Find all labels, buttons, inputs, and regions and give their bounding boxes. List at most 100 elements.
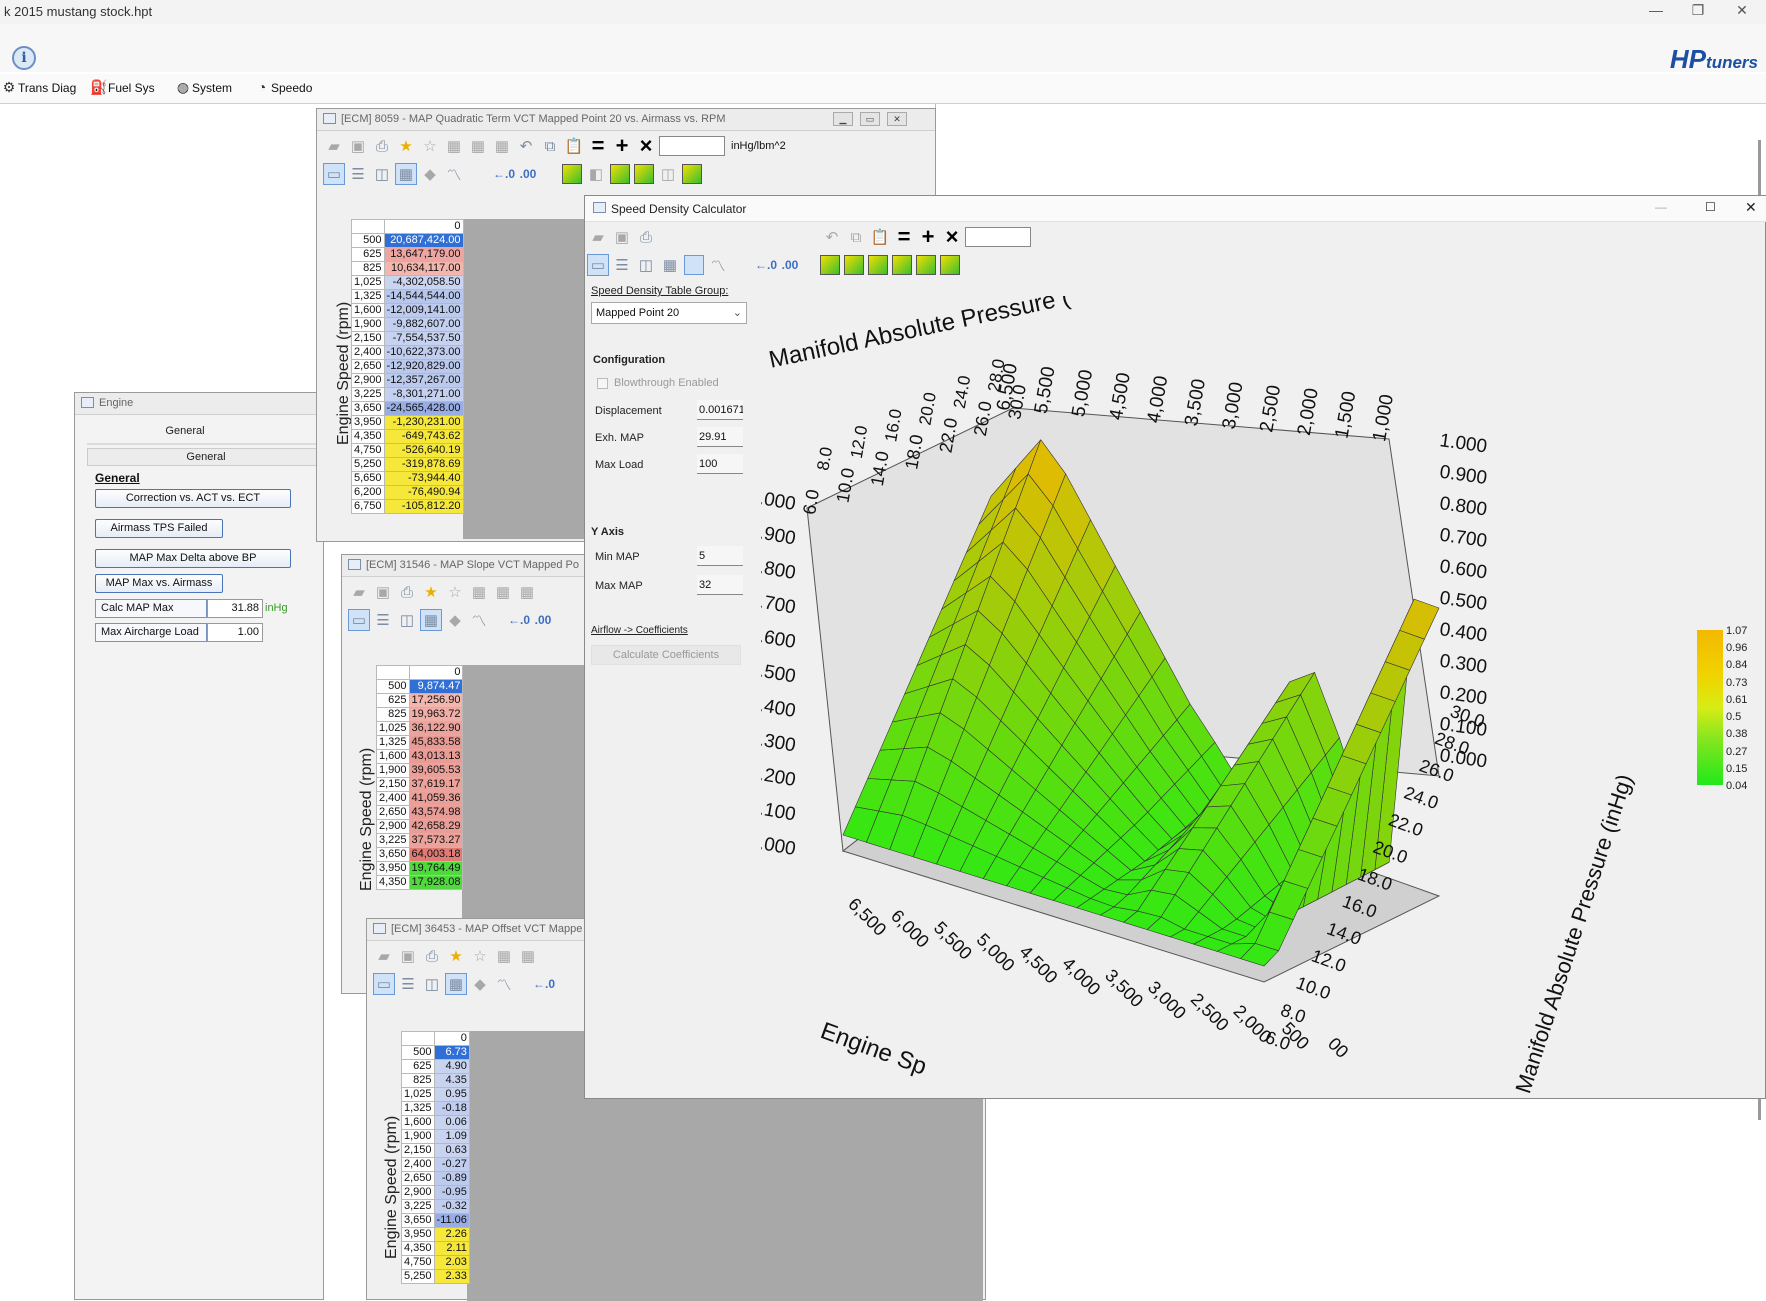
operation-value-input[interactable]: [965, 227, 1031, 247]
row-header[interactable]: 500: [401, 1045, 435, 1060]
row-header[interactable]: 1,600: [401, 1115, 435, 1130]
color-scheme-4-icon[interactable]: [634, 164, 654, 184]
table-cell[interactable]: 0.06: [433, 1115, 470, 1130]
color-scheme-1-icon[interactable]: [820, 255, 840, 275]
paste-icon[interactable]: 📋: [563, 135, 585, 157]
calculate-coefficients-button[interactable]: Calculate Coefficients: [591, 645, 741, 665]
row-header[interactable]: 2,400: [351, 345, 385, 360]
table-cell[interactable]: -8,301,271.00: [383, 387, 464, 402]
view-split-h-icon[interactable]: ☰: [611, 254, 633, 276]
row-header[interactable]: 2,650: [401, 1171, 435, 1186]
table-cell[interactable]: -4,302,058.50: [383, 275, 464, 290]
table-cell[interactable]: -526,640.19: [383, 443, 464, 458]
table-icon-3[interactable]: ▦: [491, 135, 513, 157]
view-split-v-icon[interactable]: ◫: [396, 609, 418, 631]
row-header[interactable]: 625: [401, 1059, 435, 1074]
paste-icon[interactable]: 📋: [869, 226, 891, 248]
print-icon[interactable]: ⎙: [396, 581, 418, 603]
color-scheme-4-icon[interactable]: [892, 255, 912, 275]
table-cell[interactable]: 6.73: [433, 1045, 470, 1060]
row-header[interactable]: 5,650: [351, 471, 385, 486]
graph-icon[interactable]: 〽: [493, 973, 515, 995]
restore-icon[interactable]: ▭: [860, 112, 880, 126]
row-header[interactable]: 2,650: [351, 359, 385, 374]
row-header[interactable]: 4,350: [351, 429, 385, 444]
table-cell[interactable]: -24,565,428.00: [383, 401, 464, 416]
table-cell[interactable]: 64,003.18: [408, 847, 464, 862]
plus-icon[interactable]: +: [611, 133, 633, 158]
open-icon[interactable]: ▰: [323, 135, 345, 157]
calc-title-bar[interactable]: Speed Density Calculator — ☐ ✕: [585, 196, 1766, 222]
row-header[interactable]: 2,900: [401, 1185, 435, 1200]
close-icon[interactable]: ✕: [1745, 199, 1757, 216]
surface-view-icon[interactable]: ◆: [469, 973, 491, 995]
table-cell[interactable]: 39,605.53: [408, 763, 464, 778]
table-cell[interactable]: -10,622,373.00: [383, 345, 464, 360]
table-cell[interactable]: 4.35: [433, 1073, 470, 1088]
copy-icon[interactable]: ⧉: [539, 135, 561, 157]
row-header[interactable]: 4,750: [401, 1255, 435, 1270]
table-cell[interactable]: 2.11: [433, 1241, 470, 1256]
table-cell[interactable]: -73,944.40: [383, 471, 464, 486]
decimal-increase-icon[interactable]: ←.0: [493, 163, 515, 185]
table-cell[interactable]: -7,554,537.50: [383, 331, 464, 346]
row-header[interactable]: 625: [376, 693, 410, 708]
row-header[interactable]: 2,900: [376, 819, 410, 834]
view-single-icon[interactable]: ▭: [373, 973, 395, 995]
row-header[interactable]: 4,750: [351, 443, 385, 458]
table-cell[interactable]: 42,658.29: [408, 819, 464, 834]
table-cell[interactable]: -0.32: [433, 1199, 470, 1214]
table-cell[interactable]: 2.26: [433, 1227, 470, 1242]
table-cell[interactable]: -14,544,544.00: [383, 289, 464, 304]
table-view-icon[interactable]: ▦: [659, 254, 681, 276]
decimal-decrease-icon[interactable]: .00: [779, 254, 801, 276]
color-scheme-3-icon[interactable]: [610, 164, 630, 184]
table-cell[interactable]: 13,647,179.00: [383, 247, 464, 262]
decimal-increase-icon[interactable]: ←.0: [508, 609, 530, 631]
table-icon-2[interactable]: ▦: [492, 581, 514, 603]
table-cell[interactable]: 9,874.47: [408, 679, 464, 694]
table-cell[interactable]: 20,687,424.00: [383, 233, 464, 248]
plus-icon[interactable]: +: [917, 224, 939, 249]
subtab-general[interactable]: General: [87, 448, 325, 466]
favorite-add-icon[interactable]: ★: [420, 581, 442, 603]
graph-icon[interactable]: 〽: [707, 254, 729, 276]
favorite-remove-icon[interactable]: ☆: [444, 581, 466, 603]
table-cell[interactable]: -9,882,607.00: [383, 317, 464, 332]
minimize-icon[interactable]: —: [1636, 2, 1676, 18]
table-cell[interactable]: 2.03: [433, 1255, 470, 1270]
row-header[interactable]: 3,650: [401, 1213, 435, 1228]
row-header[interactable]: 1,600: [376, 749, 410, 764]
view-split-h-icon[interactable]: ☰: [397, 973, 419, 995]
engine-window-title[interactable]: Engine: [75, 393, 323, 415]
operation-value-input[interactable]: [659, 136, 725, 156]
graph-icon[interactable]: 〽: [468, 609, 490, 631]
table-group-select[interactable]: Mapped Point 20 ⌄: [591, 302, 747, 324]
equals-icon[interactable]: =: [587, 133, 609, 158]
airflow-coefficients-link[interactable]: Airflow -> Coefficients: [591, 625, 688, 636]
row-header[interactable]: 5,250: [401, 1269, 435, 1284]
table-cell[interactable]: 37,573.27: [408, 833, 464, 848]
calc-map-max-value[interactable]: 31.88: [207, 599, 263, 618]
table-cell[interactable]: 43,013.13: [408, 749, 464, 764]
row-header[interactable]: 3,225: [351, 387, 385, 402]
min-map-input[interactable]: 5: [697, 546, 743, 566]
max-aircharge-value[interactable]: 1.00: [207, 623, 263, 642]
info-icon[interactable]: i: [12, 46, 36, 70]
column-header[interactable]: 0: [383, 219, 464, 234]
table-cell[interactable]: 4.90: [433, 1059, 470, 1074]
color-scheme-2-icon[interactable]: ◧: [585, 163, 607, 185]
print-icon[interactable]: ⎙: [635, 226, 657, 248]
table-cell[interactable]: -12,920,829.00: [383, 359, 464, 374]
table-cell[interactable]: 19,963.72: [408, 707, 464, 722]
row-header[interactable]: 1,600: [351, 303, 385, 318]
surface-plot[interactable]: Manifold Absolute Pressure (Manifold Abs…: [761, 296, 1741, 1096]
table-cell[interactable]: -0.95: [433, 1185, 470, 1200]
table-cell[interactable]: -0.89: [433, 1171, 470, 1186]
save-icon[interactable]: ▣: [372, 581, 394, 603]
row-header[interactable]: 825: [351, 261, 385, 276]
surface-view-icon[interactable]: [684, 255, 704, 275]
decimal-increase-icon[interactable]: ←.0: [533, 973, 555, 995]
table-cell[interactable]: 45,833.58: [408, 735, 464, 750]
table-cell[interactable]: -0.27: [433, 1157, 470, 1172]
